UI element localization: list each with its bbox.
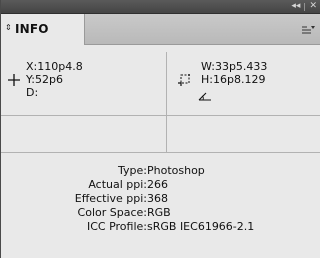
info-panel: ◂◂ ✕ ⇕ INFO X:110p4.8 Y:52p6 D: W:33p5.4… [0, 0, 320, 258]
h-label: H: [201, 73, 213, 86]
double-chevron-left-icon[interactable]: ◂◂ [291, 0, 300, 13]
doc-row-icc-profile: ICC Profile: sRGB IEC61966-2.1 [1, 220, 320, 234]
w-value: 33p5.433 [214, 60, 268, 73]
horizontal-divider-1 [1, 115, 320, 116]
title-separator [304, 2, 306, 11]
up-down-arrows-icon: ⇕ [5, 23, 12, 32]
doc-value: 266 [147, 178, 168, 191]
selection-corners-icon [177, 72, 193, 91]
vertical-divider [166, 52, 167, 152]
y-label: Y: [26, 73, 35, 86]
h-readout: H:16p8.129 [201, 73, 265, 86]
crosshair-icon [7, 72, 21, 91]
doc-value: Photoshop [147, 164, 205, 177]
x-readout: X:110p4.8 [26, 60, 83, 73]
doc-row-color-space: Color Space: RGB [1, 206, 320, 220]
doc-key: Effective ppi: [74, 192, 147, 205]
panel-menu-icon[interactable] [301, 26, 315, 34]
tab-info[interactable]: ⇕ INFO [1, 14, 85, 45]
document-info: Type: Photoshop Actual ppi: 266 Effectiv… [1, 164, 320, 234]
y-value: 52p6 [34, 73, 63, 86]
doc-key: ICC Profile: [86, 220, 147, 233]
horizontal-divider-2 [1, 152, 320, 153]
tab-info-label: INFO [15, 22, 49, 36]
y-readout: Y:52p6 [26, 73, 63, 86]
doc-value: 368 [147, 192, 168, 205]
doc-row-type: Type: Photoshop [1, 164, 320, 178]
panel-titlebar: ◂◂ ✕ [1, 0, 320, 14]
doc-key: Type: [118, 164, 147, 177]
d-label: D: [26, 86, 39, 99]
doc-row-effective-ppi: Effective ppi: 368 [1, 192, 320, 206]
doc-key: Color Space: [77, 206, 147, 219]
angle-icon [198, 86, 212, 105]
title-controls: ◂◂ ✕ [291, 0, 317, 13]
w-label: W: [201, 60, 215, 73]
doc-value: RGB [147, 206, 171, 219]
d-readout: D: [26, 86, 38, 99]
doc-key: Actual ppi: [88, 178, 147, 191]
x-value: 110p4.8 [37, 60, 83, 73]
w-readout: W:33p5.433 [201, 60, 267, 73]
doc-row-actual-ppi: Actual ppi: 266 [1, 178, 320, 192]
x-label: X: [26, 60, 38, 73]
doc-value: sRGB IEC61966-2.1 [147, 220, 255, 233]
h-value: 16p8.129 [212, 73, 266, 86]
close-icon[interactable]: ✕ [309, 0, 317, 13]
